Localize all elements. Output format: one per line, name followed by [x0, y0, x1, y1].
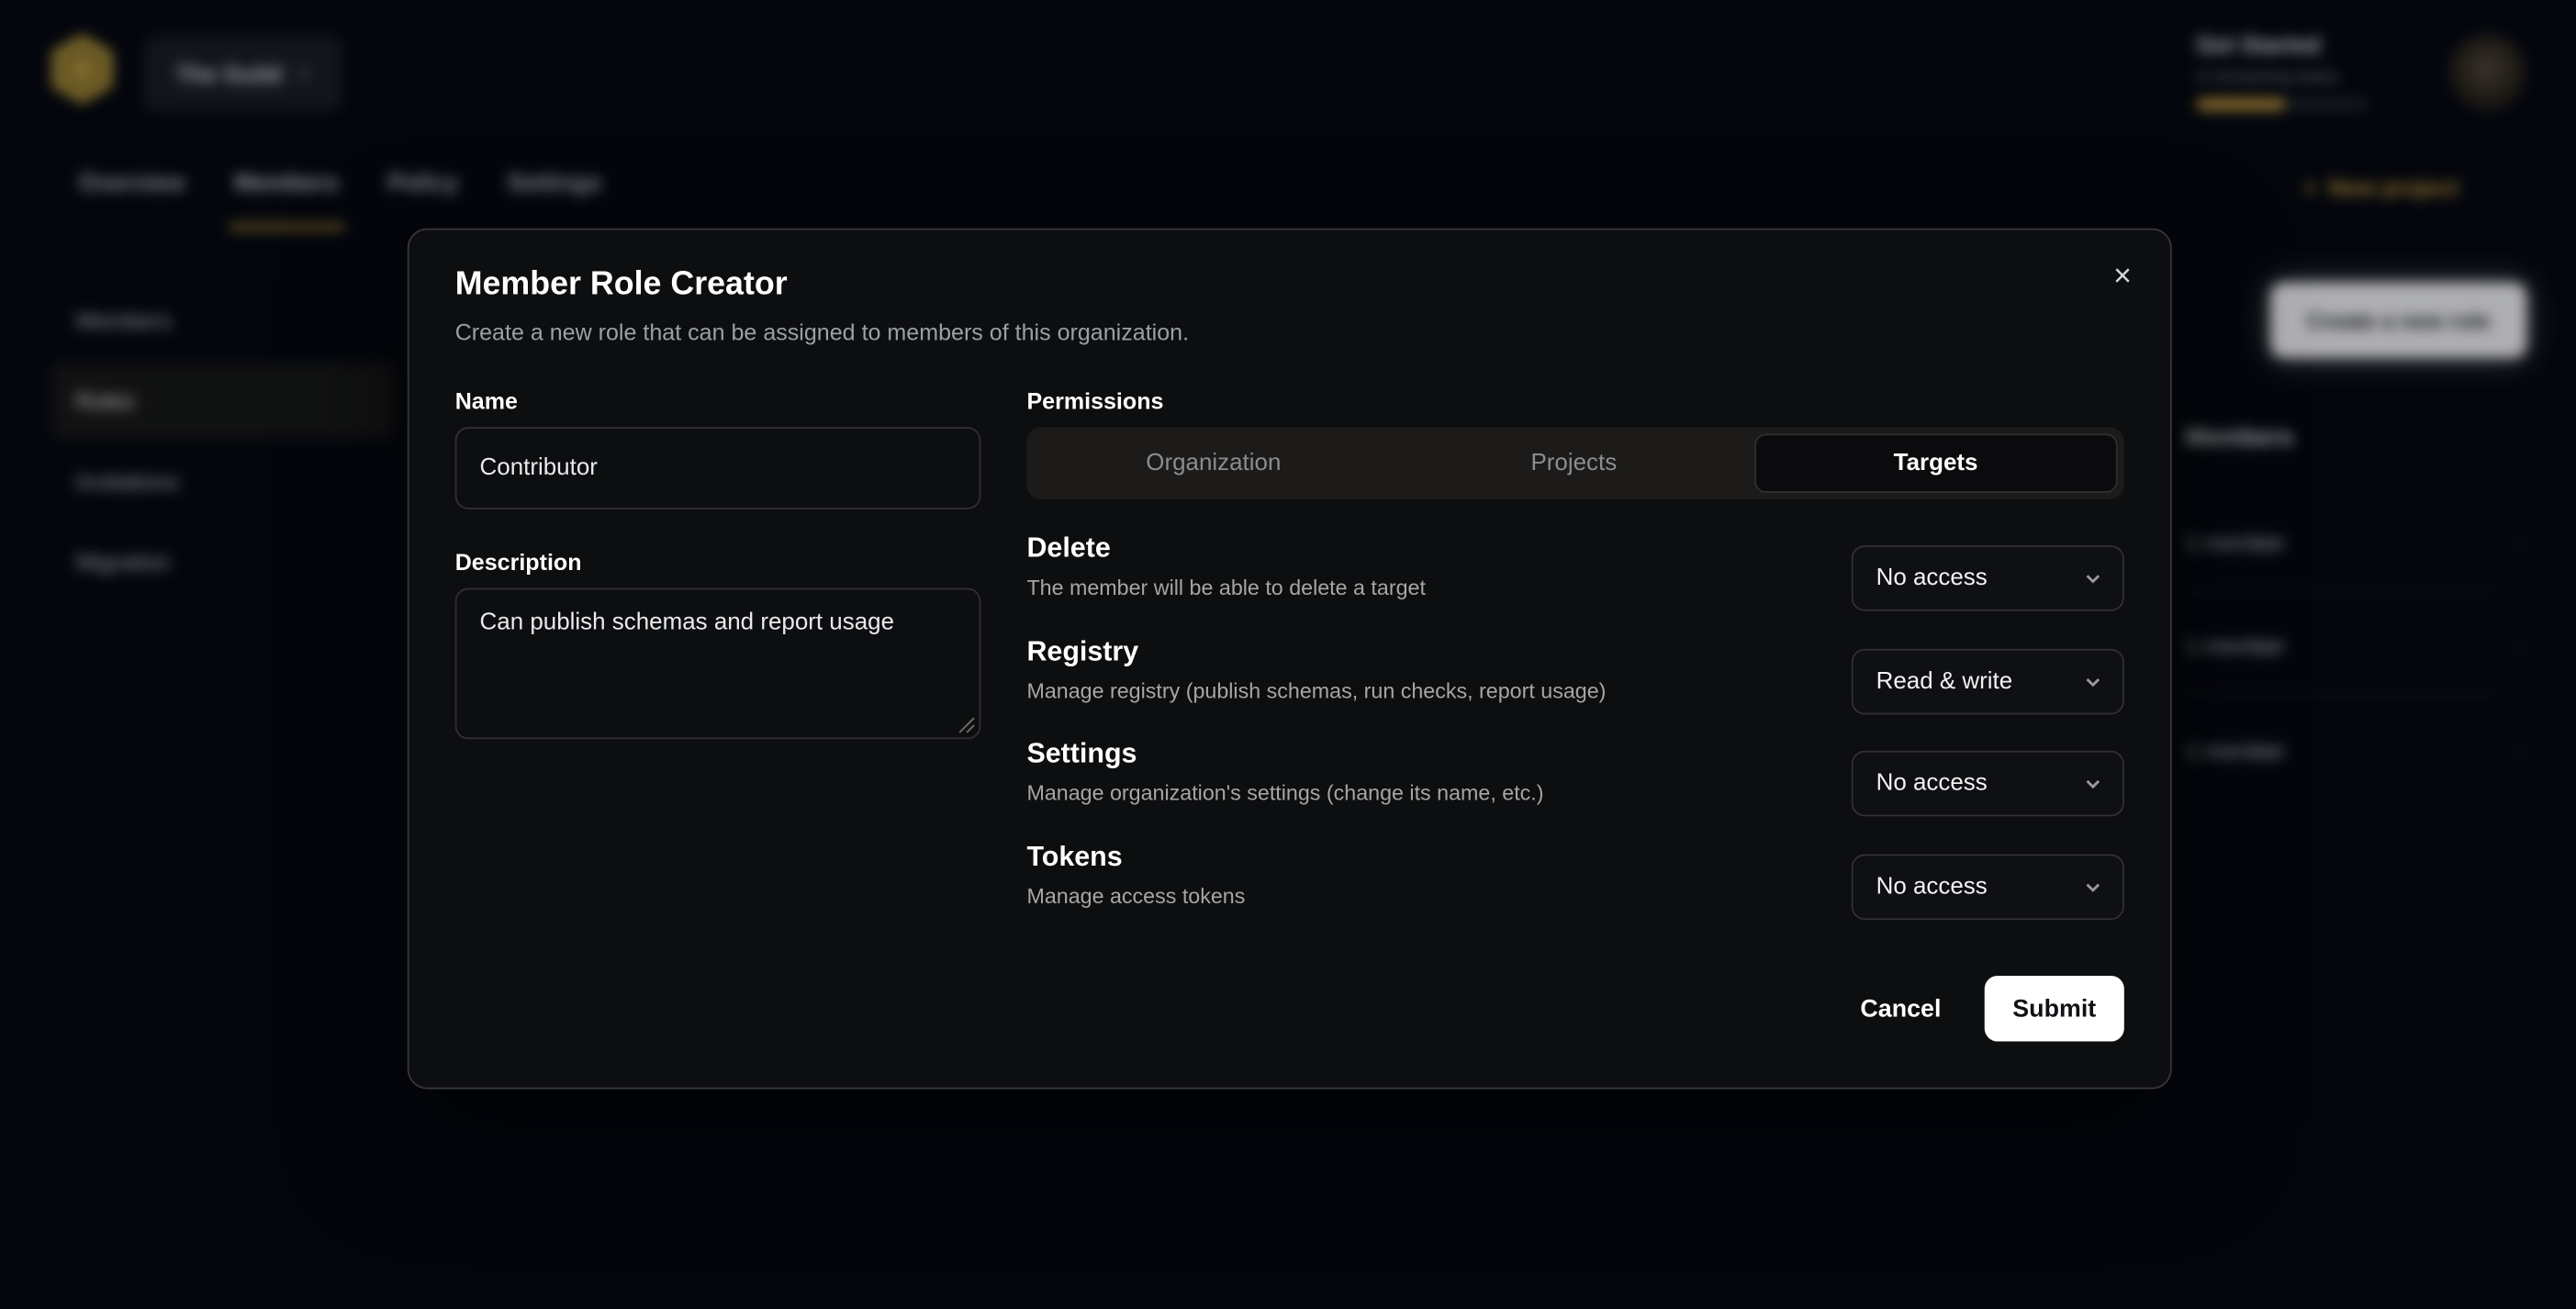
- permission-desc-registry: Manage registry (publish schemas, run ch…: [1026, 678, 1606, 703]
- role-member-count: 1 member: [2185, 738, 2285, 763]
- role-row[interactable]: 1 member ···: [2185, 724, 2533, 777]
- sidebar-item-migration[interactable]: Migration: [50, 524, 396, 599]
- row-menu-icon[interactable]: ···: [2509, 739, 2534, 762]
- sidebar-item-invitations[interactable]: Invitations: [50, 443, 396, 519]
- tab-targets[interactable]: Targets: [1754, 433, 2118, 492]
- tokens-access-select[interactable]: No access: [1852, 855, 2124, 921]
- role-member-count: 1 member: [2185, 530, 2285, 554]
- permission-desc-delete: The member will be able to delete a targ…: [1026, 575, 1426, 599]
- dialog-title: Member Role Creator: [455, 266, 788, 304]
- role-member-count: 1 member: [2185, 633, 2285, 658]
- tab-policy[interactable]: Policy: [388, 171, 458, 214]
- permissions-label: Permissions: [1026, 387, 1163, 414]
- user-avatar[interactable]: [2449, 35, 2525, 110]
- chevron-down-icon: ∨: [297, 62, 309, 84]
- permission-desc-settings: Manage organization's settings (change i…: [1026, 780, 1543, 805]
- row-divider: [2185, 588, 2497, 592]
- member-role-creator-dialog: × Member Role Creator Create a new role …: [408, 229, 2172, 1090]
- org-nav-tabs: Overview Members Policy Settings: [79, 171, 601, 214]
- delete-access-select[interactable]: No access: [1852, 545, 2124, 611]
- role-name-input[interactable]: [455, 427, 981, 509]
- new-project-label: New project: [2328, 174, 2458, 201]
- tab-members[interactable]: Members: [234, 171, 339, 214]
- registry-access-select[interactable]: Read & write: [1852, 649, 2124, 715]
- tab-projects[interactable]: Projects: [1394, 433, 1753, 492]
- row-menu-icon[interactable]: ···: [2509, 531, 2534, 554]
- chevron-down-icon: [2083, 672, 2102, 691]
- settings-access-select[interactable]: No access: [1852, 751, 2124, 817]
- role-row[interactable]: 1 member ···: [2185, 620, 2533, 672]
- tab-settings[interactable]: Settings: [508, 171, 601, 214]
- get-started-progress-track: [2197, 98, 2368, 110]
- role-row[interactable]: 1 member ···: [2185, 516, 2533, 568]
- close-icon[interactable]: ×: [2100, 253, 2145, 299]
- cancel-button[interactable]: Cancel: [1835, 976, 1966, 1042]
- get-started-title: Get Started: [2197, 31, 2394, 58]
- select-value: No access: [1876, 770, 1988, 797]
- org-switcher-button[interactable]: The Guild ∨: [144, 36, 342, 110]
- members-column-heading: Members: [2185, 424, 2293, 452]
- chevron-down-icon: [2083, 568, 2102, 587]
- name-label: Name: [455, 387, 518, 414]
- select-value: No access: [1876, 874, 1988, 901]
- permission-title-delete: Delete: [1026, 532, 1110, 565]
- sidebar-item-members[interactable]: Members: [50, 283, 396, 358]
- app-screen: The Guild ∨ Get Started 4 remaining task…: [0, 0, 2576, 1309]
- tab-overview[interactable]: Overview: [79, 171, 185, 214]
- select-value: No access: [1876, 565, 1988, 592]
- chevron-down-icon: [2083, 774, 2102, 793]
- select-value: Read & write: [1876, 668, 2013, 695]
- get-started-widget[interactable]: Get Started 4 remaining tasks: [2197, 31, 2394, 110]
- members-sub-nav: Members Roles Invitations Migration: [50, 283, 396, 599]
- role-description-textarea[interactable]: Can publish schemas and report usage: [455, 588, 981, 740]
- chevron-down-icon: [2083, 878, 2102, 897]
- permission-title-settings: Settings: [1026, 737, 1137, 770]
- org-switcher-label: The Guild: [176, 60, 283, 86]
- create-new-role-button[interactable]: Create a new role: [2270, 283, 2526, 358]
- new-project-button[interactable]: + New project: [2303, 174, 2458, 201]
- guild-logo-icon[interactable]: [44, 31, 119, 110]
- dialog-subtitle: Create a new role that can be assigned t…: [455, 319, 1189, 345]
- row-menu-icon[interactable]: ···: [2509, 634, 2534, 657]
- plus-icon: +: [2303, 174, 2317, 201]
- get-started-progress-fill: [2197, 98, 2286, 110]
- get-started-subtitle: 4 remaining tasks: [2197, 67, 2394, 86]
- description-label: Description: [455, 549, 582, 576]
- submit-button[interactable]: Submit: [1985, 976, 2124, 1042]
- tab-organization[interactable]: Organization: [1034, 433, 1394, 492]
- permission-desc-tokens: Manage access tokens: [1026, 884, 1245, 909]
- permissions-tab-strip: Organization Projects Targets: [1026, 427, 2123, 499]
- permission-title-tokens: Tokens: [1026, 841, 1122, 874]
- permission-title-registry: Registry: [1026, 636, 1138, 669]
- sidebar-item-roles[interactable]: Roles: [50, 363, 396, 438]
- resize-handle-icon[interactable]: [958, 716, 976, 734]
- row-divider: [2185, 691, 2497, 695]
